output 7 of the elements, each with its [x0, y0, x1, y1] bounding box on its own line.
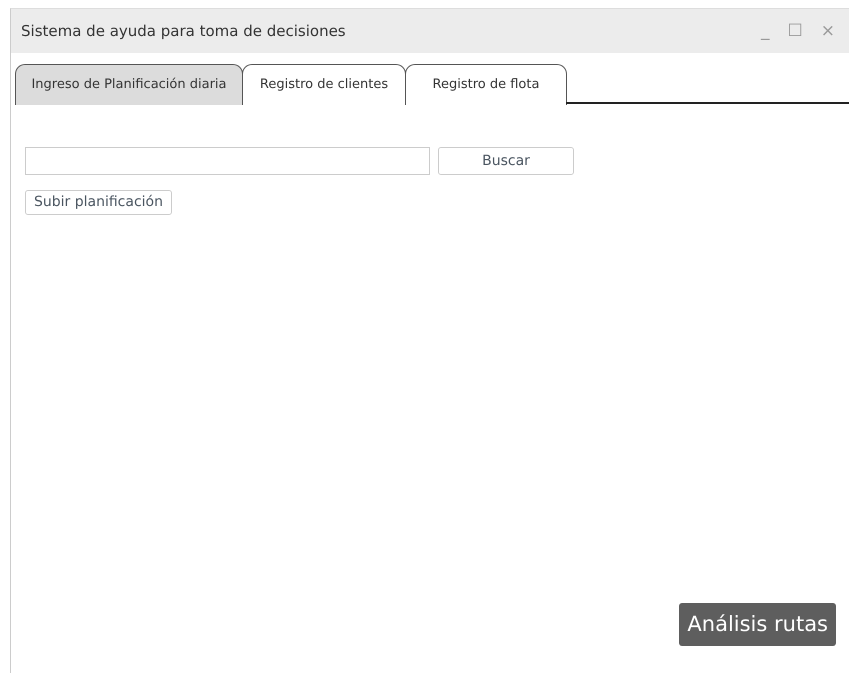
upload-button[interactable]: Subir planificación [25, 190, 172, 215]
search-button[interactable]: Buscar [438, 147, 574, 175]
window-title: Sistema de ayuda para toma de decisiones [21, 20, 347, 42]
analysis-button[interactable]: Análisis rutas [679, 602, 836, 646]
tab[interactable]: Registro de flota [405, 64, 567, 105]
search-field[interactable] [25, 147, 430, 175]
tab[interactable]: Ingreso de Planificación diaria [15, 64, 243, 105]
